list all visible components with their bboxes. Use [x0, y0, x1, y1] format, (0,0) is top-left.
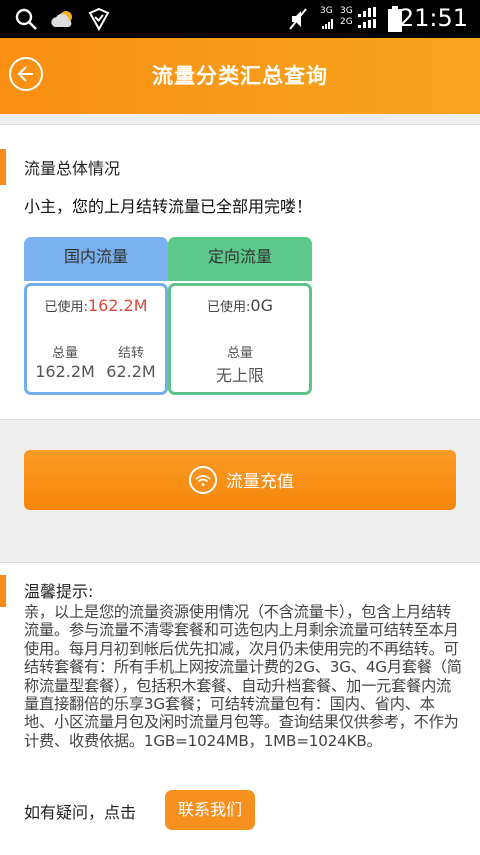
signal-icon	[322, 19, 333, 29]
directed-total-label: 总量	[226, 346, 253, 361]
domestic-total-value: 162.2M	[35, 362, 95, 381]
directed-used-value: 0G	[250, 296, 273, 315]
contact-prompt: 如有疑问，点击	[24, 803, 137, 822]
status-bar: 3G 3G 2G 21:51	[0, 0, 480, 38]
clock: 21:51	[398, 4, 468, 32]
tips-accent	[0, 575, 6, 607]
domestic-carry-value: 62.2M	[106, 362, 156, 381]
search-icon	[15, 8, 37, 30]
domestic-used-label: 已使用:	[44, 300, 88, 315]
recharge-label: 流量充值	[226, 472, 294, 492]
page-title: 流量分类汇总查询	[152, 64, 328, 88]
mute-icon	[289, 8, 307, 30]
tips-body: 亲，以上是您的流量资源使用情况（不含流量卡），包含上月结转流量。参与流量不清零套…	[24, 603, 462, 750]
domestic-used-value: 162.2M	[87, 296, 148, 315]
recharge-button[interactable]: 流量充值	[24, 450, 456, 510]
domestic-carry-label: 结转	[117, 346, 144, 361]
overview-card: 流量总体情况 小主，您的上月结转流量已全部用完喽！ 国内流量 已使用:162.2…	[0, 124, 480, 420]
shield-check-icon	[88, 7, 110, 31]
wifi-icon	[189, 466, 217, 494]
tips-card: 温馨提示: 亲，以上是您的流量资源使用情况（不含流量卡），包含上月结转流量。参与…	[0, 562, 480, 855]
weather-cloud-icon	[51, 11, 72, 27]
directed-total-value: 无上限	[215, 366, 264, 385]
domestic-used: 已使用:162.2M	[27, 296, 165, 315]
tips-title: 温馨提示:	[24, 582, 94, 601]
domestic-traffic-tab[interactable]: 国内流量	[24, 237, 168, 281]
section-accent	[0, 149, 6, 185]
directed-used-label: 已使用:	[207, 300, 251, 315]
domestic-traffic-details: 已使用:162.2M 总量 162.2M 结转 62.2M	[24, 283, 168, 395]
directed-used: 已使用:0G	[171, 296, 309, 315]
directed-traffic-tab[interactable]: 定向流量	[168, 237, 312, 281]
contact-us-button[interactable]: 联系我们	[165, 790, 255, 830]
domestic-traffic-box[interactable]: 国内流量 已使用:162.2M 总量 162.2M 结转 62.2M	[24, 237, 168, 395]
network-type-label-2: 3G 2G	[340, 6, 353, 27]
overview-title: 流量总体情况	[24, 159, 121, 178]
signal-bars-icon	[358, 7, 376, 28]
overview-message: 小主，您的上月结转流量已全部用完喽！	[24, 197, 313, 216]
title-bar: 流量分类汇总查询	[0, 38, 480, 114]
directed-traffic-details: 已使用:0G 总量 无上限	[168, 283, 312, 395]
directed-traffic-box[interactable]: 定向流量 已使用:0G 总量 无上限	[168, 237, 312, 395]
domestic-total-label: 总量	[51, 346, 78, 361]
